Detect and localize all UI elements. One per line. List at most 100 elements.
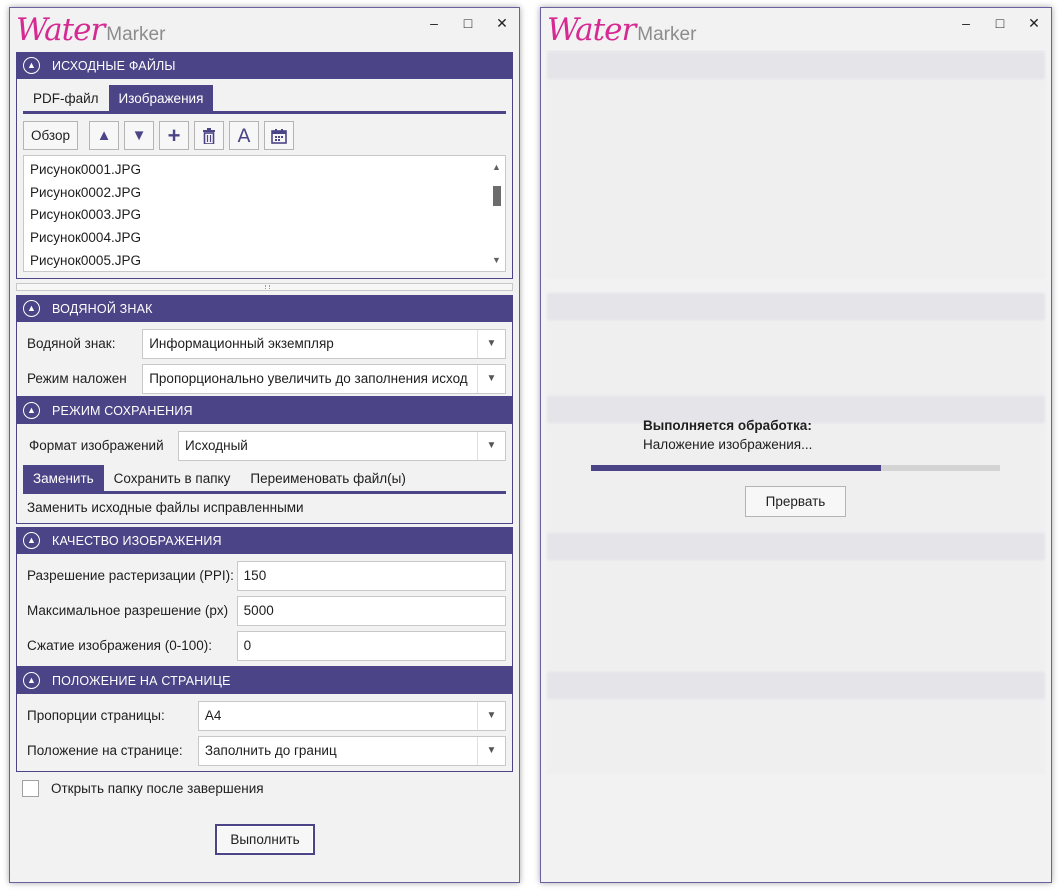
app-logo: Water Marker: [16, 12, 165, 48]
watermark-section: ▲ ВОДЯНОЙ ЗНАК Водяной знак: Информацион…: [16, 295, 513, 397]
app-logo: Water Marker: [547, 12, 696, 48]
raster-row: Разрешение растеризации (PPI): 150: [17, 558, 512, 593]
list-item[interactable]: Рисунок0005.JPG: [24, 250, 505, 273]
add-icon[interactable]: +: [159, 121, 189, 150]
compress-input[interactable]: 0: [236, 630, 506, 661]
section-title: РЕЖИМ СОХРАНЕНИЯ: [52, 403, 193, 418]
minimize-button[interactable]: –: [949, 8, 983, 38]
list-item[interactable]: Рисунок0004.JPG: [24, 227, 505, 250]
file-list[interactable]: Рисунок0001.JPG Рисунок0002.JPG Рисунок0…: [23, 155, 506, 272]
open-folder-label: Открыть папку после завершения: [51, 781, 264, 796]
format-row: Формат изображений Исходный ▼: [17, 428, 512, 463]
raster-value: 150: [243, 568, 267, 583]
proportions-row: Пропорции страницы: A4 ▼: [17, 698, 512, 733]
section-title: КАЧЕСТВО ИЗОБРАЖЕНИЯ: [52, 533, 222, 548]
list-item[interactable]: Рисунок0002.JPG: [24, 182, 505, 205]
proportions-label: Пропорции страницы:: [27, 708, 165, 723]
delete-icon[interactable]: [194, 121, 224, 150]
browse-button[interactable]: Обзор: [23, 121, 78, 150]
close-button[interactable]: ✕: [485, 8, 519, 38]
save-mode-header[interactable]: ▲ РЕЖИМ СОХРАНЕНИЯ: [17, 397, 512, 424]
section-title: ИСХОДНЫЕ ФАЙЛЫ: [52, 58, 176, 73]
source-files-header[interactable]: ▲ ИСХОДНЫЕ ФАЙЛЫ: [17, 52, 512, 79]
save-mode-description: Заменить исходные файлы исправленными: [27, 500, 304, 515]
progress-panel: Выполняется обработка: Наложение изображ…: [591, 418, 1003, 517]
progress-title: Выполняется обработка:: [643, 418, 812, 433]
section-title: ВОДЯНОЙ ЗНАК: [52, 301, 153, 316]
run-button[interactable]: Выполнить: [215, 824, 315, 855]
watermark-select[interactable]: Информационный экземпляр ▼: [142, 328, 506, 359]
maxres-input[interactable]: 5000: [236, 595, 506, 626]
compress-label: Сжатие изображения (0-100):: [27, 638, 212, 653]
position-header[interactable]: ▲ ПОЛОЖЕНИЕ НА СТРАНИЦЕ: [17, 667, 512, 694]
scroll-thumb[interactable]: [493, 186, 501, 206]
chevron-down-icon[interactable]: ▼: [477, 701, 505, 730]
collapse-icon[interactable]: ▲: [23, 532, 40, 549]
calendar-icon[interactable]: [264, 121, 294, 150]
chevron-down-icon[interactable]: ▼: [477, 431, 505, 460]
maximize-button[interactable]: □: [983, 8, 1017, 38]
save-mode-tabs: Заменить Сохранить в папку Переименовать…: [23, 465, 506, 494]
format-label: Формат изображений: [29, 438, 164, 453]
maximize-button[interactable]: □: [451, 8, 485, 38]
list-item[interactable]: Рисунок0003.JPG: [24, 204, 505, 227]
open-folder-checkbox[interactable]: [22, 780, 39, 797]
scroll-up-icon[interactable]: ▲: [492, 162, 501, 172]
progress-bar: [591, 465, 1000, 471]
open-folder-row: Открыть папку после завершения: [22, 780, 519, 797]
logo-water-text: Water: [16, 12, 105, 48]
quality-section: ▲ КАЧЕСТВО ИЗОБРАЖЕНИЯ Разрешение растер…: [16, 527, 513, 667]
title-bar: Water Marker – □ ✕: [541, 8, 1051, 52]
maxres-label: Максимальное разрешение (px): [27, 603, 229, 618]
raster-input[interactable]: 150: [236, 560, 506, 591]
logo-water-text: Water: [547, 12, 636, 48]
file-list-scrollbar[interactable]: ▲ ▼: [488, 156, 505, 271]
tab-save-to-folder[interactable]: Сохранить в папку: [104, 465, 241, 491]
source-tabs: PDF-файл Изображения: [23, 85, 506, 114]
file-toolbar: Обзор ▲ ▼ + A: [17, 114, 512, 155]
text-icon[interactable]: A: [229, 121, 259, 150]
tab-pdf[interactable]: PDF-файл: [23, 85, 109, 111]
main-window: Water Marker – □ ✕ ▲ ИСХОДНЫЕ ФАЙЛЫ PDF-…: [9, 7, 520, 883]
watermark-value: Информационный экземпляр: [149, 336, 334, 351]
minimize-button[interactable]: –: [417, 8, 451, 38]
watermark-row: Водяной знак: Информационный экземпляр ▼: [17, 326, 512, 361]
collapse-icon[interactable]: ▲: [23, 300, 40, 317]
panel-splitter[interactable]: [16, 283, 513, 291]
list-item[interactable]: Рисунок0001.JPG: [24, 159, 505, 182]
chevron-down-icon[interactable]: ▼: [477, 736, 505, 765]
progress-bar-fill: [591, 465, 882, 471]
arrow-up-icon[interactable]: ▲: [89, 121, 119, 150]
format-select[interactable]: Исходный ▼: [177, 430, 506, 461]
watermark-header[interactable]: ▲ ВОДЯНОЙ ЗНАК: [17, 295, 512, 322]
abort-button[interactable]: Прервать: [745, 486, 846, 517]
tab-replace[interactable]: Заменить: [23, 465, 104, 491]
proportions-value: A4: [204, 708, 222, 723]
position-section: ▲ ПОЛОЖЕНИЕ НА СТРАНИЦЕ Пропорции страни…: [16, 667, 513, 772]
window-controls: – □ ✕: [949, 8, 1051, 38]
collapse-icon[interactable]: ▲: [23, 57, 40, 74]
tab-images[interactable]: Изображения: [108, 85, 214, 111]
save-mode-section: ▲ РЕЖИМ СОХРАНЕНИЯ Формат изображений Ис…: [16, 397, 513, 524]
compress-value: 0: [243, 638, 252, 653]
logo-marker-text: Marker: [106, 24, 166, 45]
arrow-down-icon[interactable]: ▼: [124, 121, 154, 150]
maxres-row: Максимальное разрешение (px) 5000: [17, 593, 512, 628]
collapse-icon[interactable]: ▲: [23, 402, 40, 419]
processing-window: Water Marker – □ ✕ Выполняется обработка…: [540, 7, 1052, 883]
placement-select[interactable]: Заполнить до границ ▼: [197, 735, 506, 766]
close-button[interactable]: ✕: [1017, 8, 1051, 38]
collapse-icon[interactable]: ▲: [23, 672, 40, 689]
overlay-select[interactable]: Пропорционально увеличить до заполнения …: [142, 363, 506, 394]
compress-row: Сжатие изображения (0-100): 0: [17, 628, 512, 663]
tab-rename[interactable]: Переименовать файл(ы): [240, 465, 415, 491]
quality-header[interactable]: ▲ КАЧЕСТВО ИЗОБРАЖЕНИЯ: [17, 527, 512, 554]
maxres-value: 5000: [243, 603, 274, 618]
window-controls: – □ ✕: [417, 8, 519, 38]
chevron-down-icon[interactable]: ▼: [477, 364, 505, 393]
proportions-select[interactable]: A4 ▼: [197, 700, 506, 731]
overlay-value: Пропорционально увеличить до заполнения …: [149, 371, 468, 386]
placement-label: Положение на странице:: [27, 743, 183, 758]
chevron-down-icon[interactable]: ▼: [477, 329, 505, 358]
scroll-down-icon[interactable]: ▼: [492, 255, 501, 265]
